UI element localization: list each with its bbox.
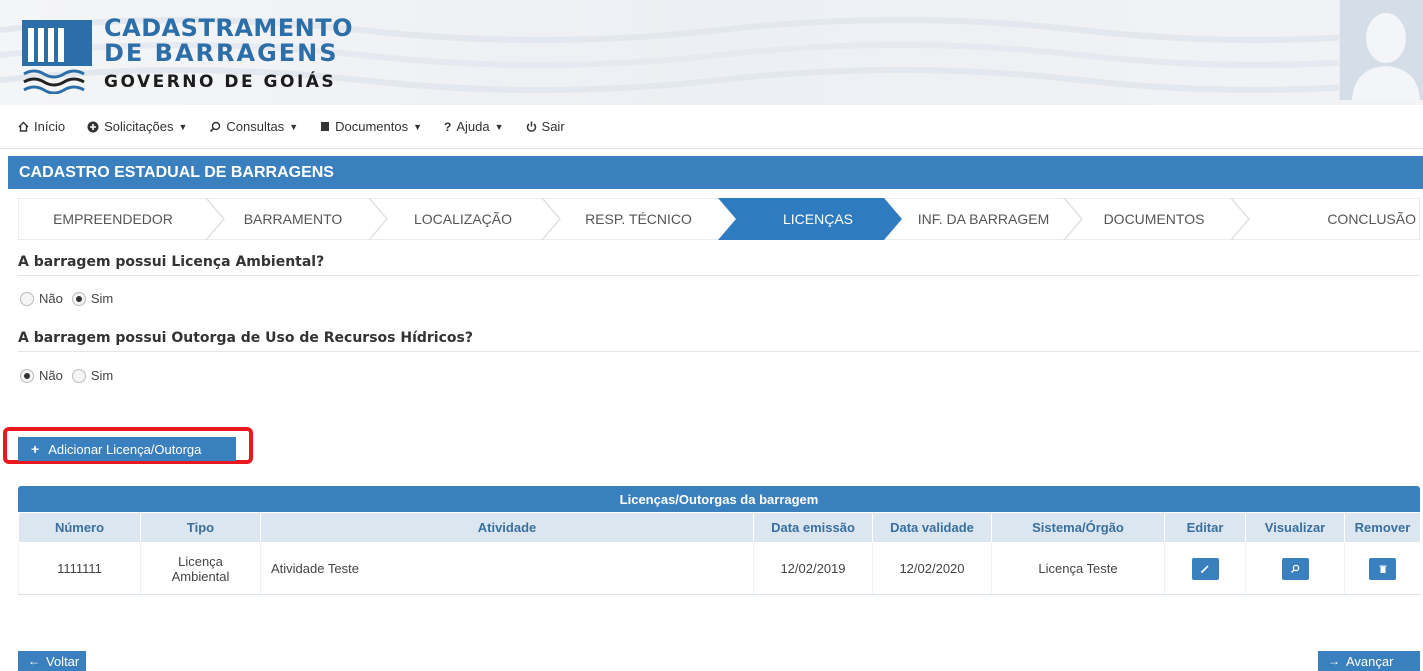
step-conclusao[interactable]: CONCLUSÃO <box>1288 198 1416 240</box>
view-button[interactable] <box>1281 557 1309 580</box>
col-atividade[interactable]: Atividade <box>260 512 754 543</box>
logo-subtitle: GOVERNO DE GOIÁS <box>104 72 337 92</box>
step-barramento[interactable]: BARRAMENTO <box>223 198 363 240</box>
radio-sim-label: Sim <box>90 368 114 383</box>
chevron-down-icon: ▼ <box>494 121 504 132</box>
cell-data-validade: 12/02/2020 <box>872 542 992 595</box>
col-numero[interactable]: Número <box>18 512 141 543</box>
licencas-table: Licenças/Outorgas da barragem Número Tip… <box>18 486 1421 595</box>
radio-nao-label: Não <box>39 291 63 306</box>
arrow-right-icon: → <box>1328 654 1340 668</box>
menu-solicitacoes-label: Solicitações <box>104 119 174 134</box>
user-silhouette-icon <box>1352 13 1420 100</box>
question-outorga: A barragem possui Outorga de Uso de Recu… <box>18 330 1420 352</box>
cell-tipo-line1: Licença <box>178 553 223 569</box>
cell-editar <box>1164 542 1246 595</box>
menu-sair-label: Sair <box>541 119 565 134</box>
col-data-emissao[interactable]: Data emissão <box>753 512 873 543</box>
remove-button[interactable] <box>1369 557 1397 580</box>
step-resp-tecnico[interactable]: RESP. TÉCNICO <box>566 198 711 240</box>
radio-group-licenca-ambiental: Não Sim <box>20 291 122 306</box>
trash-icon <box>1379 565 1387 573</box>
radio-sim-label: Sim <box>90 291 114 306</box>
chevron-down-icon: ▼ <box>178 121 188 132</box>
add-licenca-outorga-label: Adicionar Licença/Outorga <box>48 441 202 457</box>
cell-numero: 1111111 <box>18 542 141 595</box>
cell-tipo-line2: Ambiental <box>171 568 230 584</box>
menu-consultas[interactable]: Consultas ▼ <box>209 119 298 134</box>
col-remover: Remover <box>1344 512 1421 543</box>
radio-option-sim[interactable]: Sim <box>71 368 114 383</box>
radio-option-nao[interactable]: Não <box>20 291 63 306</box>
power-icon <box>526 121 537 132</box>
back-button[interactable]: ← Voltar <box>18 651 86 671</box>
user-avatar[interactable] <box>1339 0 1423 100</box>
search-icon <box>1290 564 1300 573</box>
next-button[interactable]: → Avançar <box>1318 651 1420 671</box>
menu-sair[interactable]: Sair <box>526 119 565 134</box>
menu-solicitacoes[interactable]: Solicitações ▼ <box>87 119 187 134</box>
radio-sim[interactable] <box>71 368 86 383</box>
cell-data-emissao: 12/02/2019 <box>753 542 873 595</box>
cell-sistema-orgao: Licença Teste <box>991 542 1165 595</box>
search-icon <box>209 121 221 133</box>
edit-button[interactable] <box>1191 557 1219 580</box>
back-label: Voltar <box>46 653 80 669</box>
logo-title-line1: CADASTRAMENTO <box>104 14 354 42</box>
arrow-left-icon: ← <box>28 654 40 668</box>
cell-visualizar <box>1245 542 1345 595</box>
page-title: CADASTRO ESTADUAL DE BARRAGENS <box>8 156 1423 189</box>
table-header-row: Número Tipo Atividade Data emissão Data … <box>18 512 1421 543</box>
chevron-down-icon: ▼ <box>413 121 423 132</box>
step-documentos[interactable]: DOCUMENTOS <box>1084 198 1224 240</box>
col-visualizar: Visualizar <box>1245 512 1345 543</box>
menu-documentos-label: Documentos <box>335 119 409 134</box>
radio-option-sim[interactable]: Sim <box>71 291 114 306</box>
pencil-icon <box>1200 564 1209 573</box>
step-empreendedor[interactable]: EMPREENDEDOR <box>28 198 198 240</box>
radio-group-outorga: Não Sim <box>20 368 122 383</box>
main-menu: Início Solicitações ▼ Consultas ▼ Docume… <box>0 105 1423 149</box>
radio-nao[interactable] <box>20 368 34 383</box>
book-icon <box>320 121 330 132</box>
radio-option-nao[interactable]: Não <box>20 368 63 383</box>
menu-inicio[interactable]: Início <box>18 119 65 134</box>
table-row: 1111111 Licença Ambiental Atividade Test… <box>18 542 1421 595</box>
home-icon <box>18 121 29 132</box>
radio-nao-label: Não <box>39 368 63 383</box>
table-caption: Licenças/Outorgas da barragem <box>18 486 1420 512</box>
plus-circle-icon <box>87 121 99 133</box>
next-label: Avançar <box>1346 653 1394 669</box>
app-logo[interactable]: CADASTRAMENTO DE BARRAGENS GOVERNO DE GO… <box>20 10 353 98</box>
menu-ajuda[interactable]: ? Ajuda ▼ <box>444 119 504 134</box>
col-sistema-orgao[interactable]: Sistema/Órgão <box>991 512 1165 543</box>
menu-ajuda-label: Ajuda <box>456 119 490 134</box>
col-tipo[interactable]: Tipo <box>140 512 261 543</box>
step-localizacao[interactable]: LOCALIZAÇÃO <box>393 198 533 240</box>
chevron-down-icon: ▼ <box>289 121 299 132</box>
step-licencas[interactable]: LICENÇAS <box>738 198 898 240</box>
header-banner: CADASTRAMENTO DE BARRAGENS GOVERNO DE GO… <box>0 0 1423 105</box>
cell-remover <box>1344 542 1421 595</box>
wizard-steps: EMPREENDEDOR BARRAMENTO LOCALIZAÇÃO RESP… <box>18 198 1420 240</box>
step-inf-barragem[interactable]: INF. DA BARRAGEM <box>906 198 1061 240</box>
col-data-validade[interactable]: Data validade <box>872 512 992 543</box>
cell-tipo: Licença Ambiental <box>140 542 261 595</box>
radio-sim[interactable] <box>71 291 86 306</box>
cell-atividade: Atividade Teste <box>260 542 754 595</box>
menu-documentos[interactable]: Documentos ▼ <box>320 119 422 134</box>
menu-consultas-label: Consultas <box>226 119 285 134</box>
radio-nao[interactable] <box>20 291 34 306</box>
col-editar: Editar <box>1164 512 1246 543</box>
dam-logo-icon <box>22 20 92 94</box>
logo-title-line2: DE BARRAGENS <box>104 39 339 67</box>
menu-inicio-label: Início <box>34 119 66 134</box>
add-licenca-outorga-button[interactable]: + Adicionar Licença/Outorga <box>18 437 236 461</box>
question-icon: ? <box>444 119 452 134</box>
plus-icon: + <box>31 441 40 457</box>
question-licenca-ambiental: A barragem possui Licença Ambiental? <box>18 254 1420 276</box>
